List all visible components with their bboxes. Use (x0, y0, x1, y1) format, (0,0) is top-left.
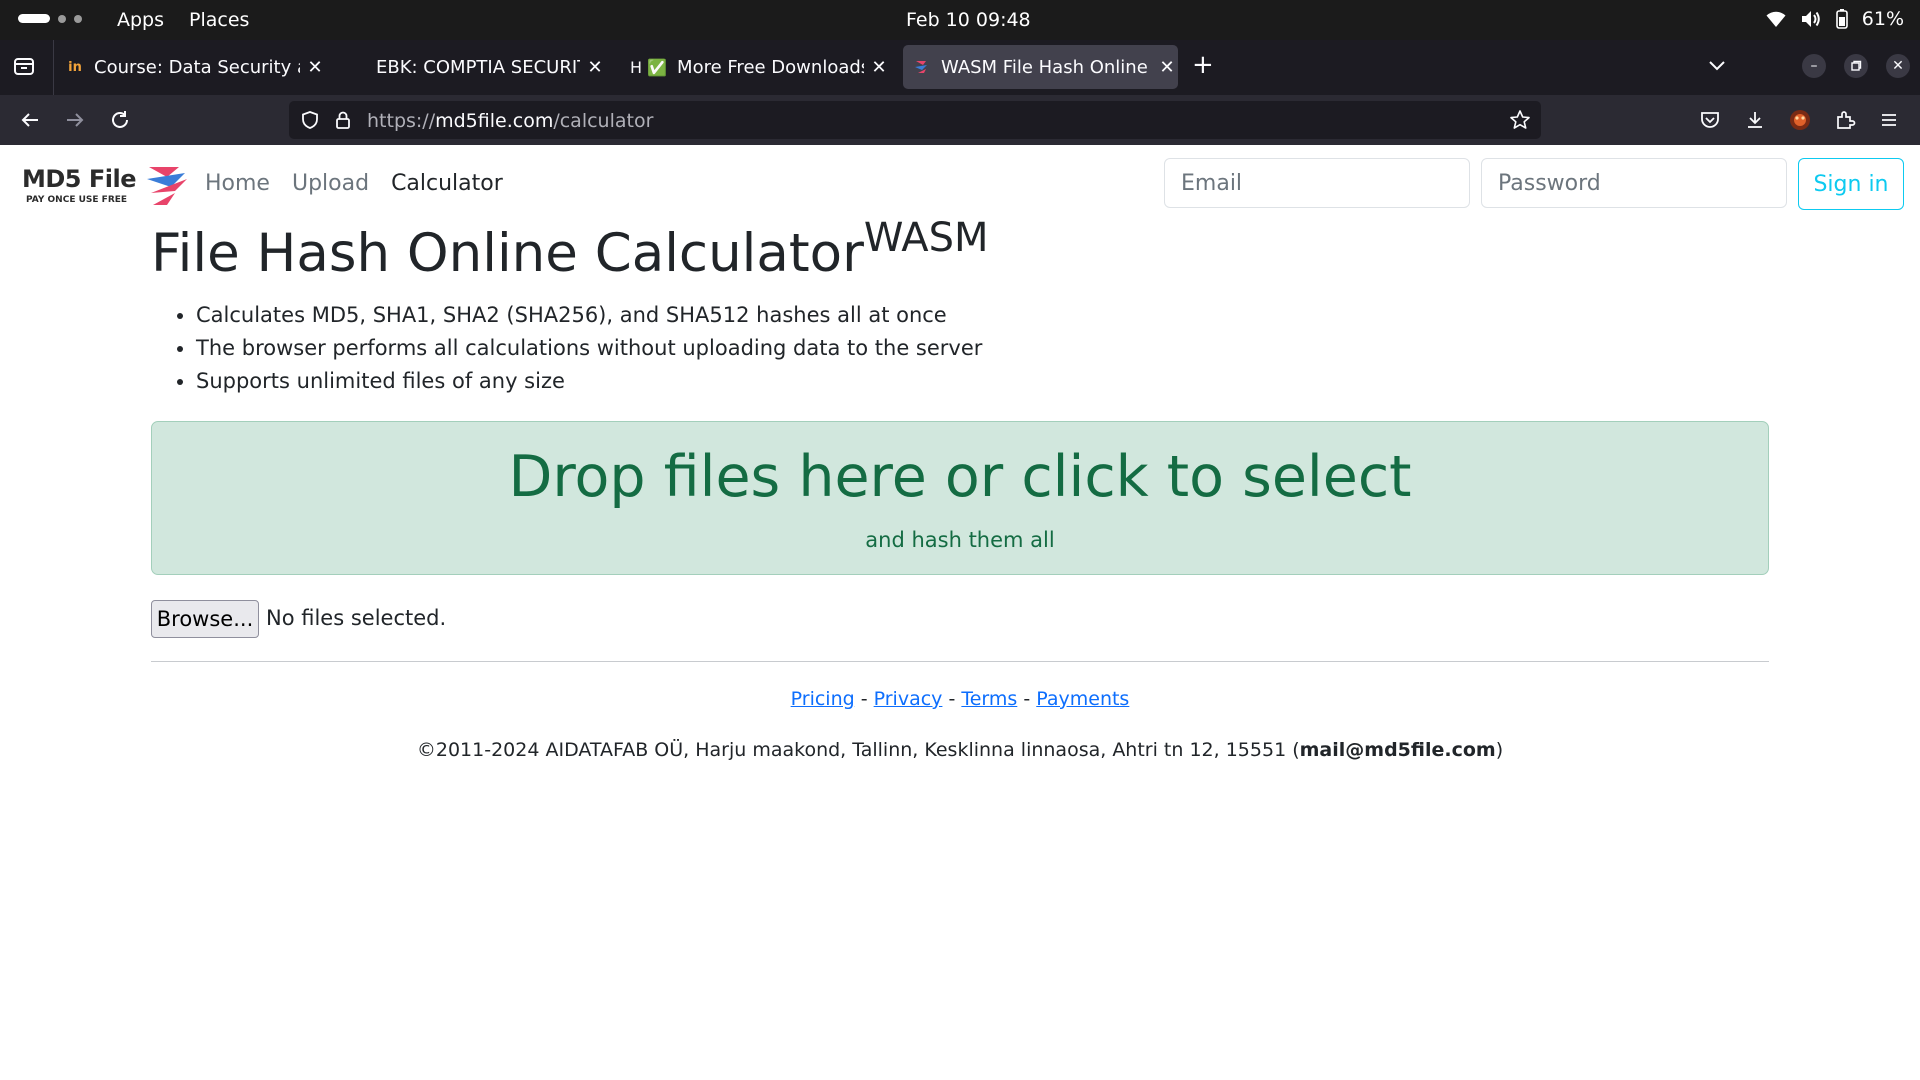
tab-title: More Free Downloads (677, 56, 864, 78)
tab-close-icon[interactable]: ✕ (304, 57, 326, 78)
logo-text: MD5 File (22, 165, 136, 193)
divider (151, 661, 1769, 662)
downloads-icon[interactable] (1740, 105, 1770, 135)
battery-icon (1835, 9, 1848, 29)
nav-upload-link[interactable]: Upload (292, 171, 369, 196)
bookmark-star-icon[interactable] (1509, 109, 1531, 135)
new-tab-icon[interactable]: + (1192, 50, 1214, 80)
site-logo[interactable]: MD5 File PAY ONCE USE FREE (20, 165, 192, 209)
firefox-view-icon[interactable] (12, 54, 36, 82)
tab-ebk[interactable]: EBK: COMPTIA SECURITY+ ✕ (376, 45, 606, 89)
workspace-dot (58, 14, 66, 23)
apps-menu[interactable]: Apps (117, 9, 164, 31)
file-status-text: No files selected. (266, 606, 447, 630)
lock-icon[interactable] (334, 110, 352, 134)
footer-link-privacy[interactable]: Privacy (874, 688, 943, 710)
workspace-active-indicator (18, 14, 50, 23)
site-nav: Home Upload Calculator (205, 171, 503, 196)
clock[interactable]: Feb 10 09:48 (906, 9, 1031, 31)
tab-title: WASM File Hash Online Ca (941, 56, 1152, 78)
footer-links: Pricing - Privacy - Terms - Payments (790, 688, 1130, 710)
tab-title: EBK: COMPTIA SECURITY+ (376, 56, 580, 78)
sign-in-button[interactable]: Sign in (1798, 158, 1904, 210)
url-bar[interactable]: https://md5file.com/calculator (289, 101, 1541, 139)
forward-icon[interactable] (60, 105, 90, 135)
feature-list-item: Calculates MD5, SHA1, SHA2 (SHA256), and… (196, 299, 982, 332)
reload-icon[interactable] (105, 105, 135, 135)
extension-avatar-icon[interactable] (1785, 105, 1815, 135)
page-title: File Hash Online CalculatorWASM (151, 215, 989, 284)
workspace-dot (74, 14, 82, 23)
url-text[interactable]: https://md5file.com/calculator (367, 110, 653, 132)
pocket-icon[interactable] (1695, 105, 1725, 135)
file-drop-zone[interactable]: Drop files here or click to select and h… (151, 421, 1769, 575)
tab-close-icon[interactable]: ✕ (868, 57, 890, 78)
footer-link-terms[interactable]: Terms (961, 688, 1017, 710)
password-field[interactable]: Password (1481, 158, 1787, 208)
footer-link-pricing[interactable]: Pricing (791, 688, 855, 710)
list-all-tabs-icon[interactable] (1706, 54, 1728, 80)
tab-close-icon[interactable]: ✕ (584, 57, 606, 78)
activities-indicator[interactable] (18, 14, 82, 23)
course-favicon-icon: in (68, 59, 82, 75)
nav-home-link[interactable]: Home (205, 171, 270, 196)
feature-list-item: The browser performs all calculations wi… (196, 332, 982, 365)
navigation-toolbar: https://md5file.com/calculator (0, 95, 1920, 145)
drop-zone-title: Drop files here or click to select (508, 444, 1412, 510)
extensions-puzzle-icon[interactable] (1830, 105, 1860, 135)
volume-icon (1800, 9, 1822, 29)
logo-tagline: PAY ONCE USE FREE (26, 195, 128, 205)
system-tray[interactable]: 61% (1766, 8, 1904, 30)
email-field[interactable]: Email (1164, 158, 1470, 208)
system-top-bar: Apps Places Feb 10 09:48 61% (0, 0, 1920, 40)
drop-zone-subtitle: and hash them all (865, 528, 1055, 552)
md5file-favicon-icon (913, 58, 931, 76)
tab-close-icon[interactable]: ✕ (1156, 57, 1178, 78)
downloads-favicon-icon: H ✅ (630, 57, 668, 77)
nav-calculator-link[interactable]: Calculator (391, 171, 503, 196)
feature-list: Calculates MD5, SHA1, SHA2 (SHA256), and… (168, 299, 982, 398)
places-menu[interactable]: Places (189, 9, 249, 31)
app-menu-icon[interactable] (1874, 105, 1904, 135)
battery-percentage: 61% (1861, 8, 1904, 30)
tab-title: Course: Data Security and (94, 56, 300, 78)
feature-list-item: Supports unlimited files of any size (196, 365, 982, 398)
title-superscript: WASM (863, 215, 989, 261)
tab-strip: in Course: Data Security and ✕ EBK: COMP… (0, 40, 1920, 95)
contact-email[interactable]: mail@md5file.com (1300, 739, 1496, 761)
tab-wasm-hash[interactable]: WASM File Hash Online Ca ✕ (903, 45, 1178, 89)
minimize-icon[interactable]: – (1802, 54, 1826, 78)
footer-link-payments[interactable]: Payments (1036, 688, 1129, 710)
web-page: MD5 File PAY ONCE USE FREE Home Upload C… (0, 145, 1920, 1080)
tab-downloads[interactable]: H ✅ More Free Downloads ✕ (630, 45, 890, 89)
back-icon[interactable] (15, 105, 45, 135)
logo-arrows-icon (147, 167, 187, 205)
close-window-icon[interactable]: ✕ (1886, 54, 1910, 78)
tab-course[interactable]: in Course: Data Security and ✕ (66, 45, 326, 89)
tracking-protection-shield-icon[interactable] (300, 110, 320, 134)
wifi-icon (1766, 10, 1786, 28)
browse-button[interactable]: Browse... (151, 600, 259, 638)
restore-icon[interactable] (1844, 54, 1868, 78)
copyright-text: ©2011-2024 AIDATAFAB OÜ, Harju maakond, … (416, 739, 1504, 761)
